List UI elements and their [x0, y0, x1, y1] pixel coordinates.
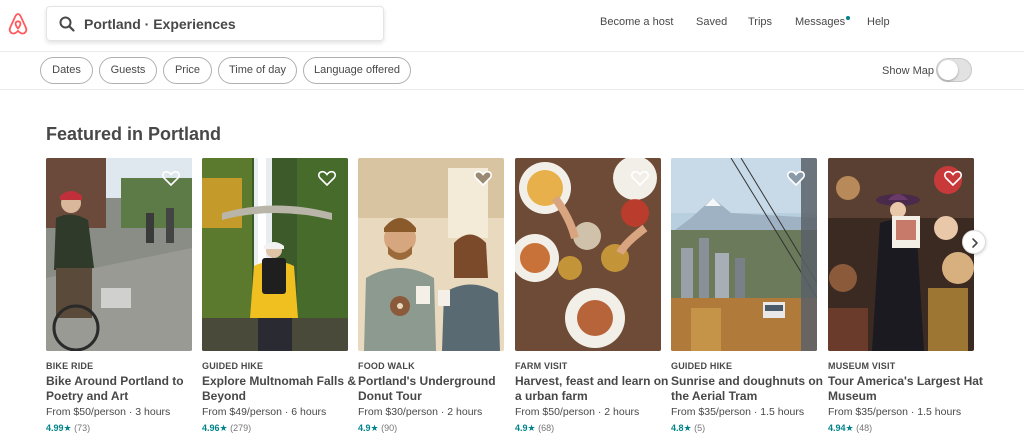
card-category: MUSEUM VISIT [828, 361, 896, 371]
card-title[interactable]: Tour America's Largest Hat Museum [828, 374, 988, 404]
show-map-label: Show Map [882, 65, 934, 77]
card-category: GUIDED HIKE [202, 361, 264, 371]
card-price: From $30/person · 2 hours [358, 406, 483, 418]
heart-icon[interactable] [474, 170, 492, 186]
experience-card[interactable]: FARM VISIT Harvest, feast and learn on a… [515, 158, 668, 433]
search-icon [59, 16, 75, 32]
card-category: FARM VISIT [515, 361, 568, 371]
card-photo [515, 158, 661, 351]
card-photo [202, 158, 348, 351]
card-category: GUIDED HIKE [671, 361, 733, 371]
rating-count: (73) [74, 423, 91, 433]
card-title[interactable]: Portland's Underground Donut Tour [358, 374, 518, 404]
card-title[interactable]: Sunrise and doughnuts on the Aerial Tram [671, 374, 831, 404]
star-icon: ★ [63, 423, 72, 433]
filter-price[interactable]: Price [163, 57, 212, 84]
section-title: Featured in Portland [46, 124, 222, 144]
card-title[interactable]: Bike Around Portland to Poetry and Art [46, 374, 206, 404]
airbnb-logo[interactable] [6, 11, 30, 37]
chevron-right-icon [972, 238, 978, 248]
top-header: Become a host Saved Trips Messages Help [0, 0, 1024, 52]
rating-score: 4.94 [828, 423, 846, 433]
heart-icon[interactable] [787, 170, 805, 186]
star-icon: ★ [845, 423, 854, 433]
card-photo [46, 158, 192, 351]
nav-become-host[interactable]: Become a host [600, 16, 673, 28]
card-rating: 4.8★ (5) [671, 423, 705, 434]
card-photo [358, 158, 504, 351]
unread-indicator [846, 16, 850, 20]
experience-card[interactable]: MUSEUM VISIT Tour America's Largest Hat … [828, 158, 983, 433]
card-rating: 4.99★ (73) [46, 423, 90, 434]
card-title[interactable]: Harvest, feast and learn on a urban farm [515, 374, 675, 404]
card-price: From $35/person · 1.5 hours [671, 406, 805, 418]
star-icon: ★ [219, 423, 228, 433]
rating-count: (48) [856, 423, 873, 433]
filter-guests[interactable]: Guests [99, 57, 157, 84]
rating-score: 4.9 [515, 423, 528, 433]
heart-icon[interactable] [318, 170, 336, 186]
card-photo [671, 158, 817, 351]
rating-count: (68) [538, 423, 555, 433]
rating-count: (279) [230, 423, 252, 433]
card-category: BIKE RIDE [46, 361, 94, 371]
card-price: From $50/person · 3 hours [46, 406, 171, 418]
rating-score: 4.9 [358, 423, 371, 433]
star-icon: ★ [370, 423, 379, 433]
experience-card[interactable]: BIKE RIDE Bike Around Portland to Poetry… [46, 158, 192, 433]
nav-help[interactable]: Help [867, 16, 890, 28]
carousel-next-button[interactable] [962, 230, 986, 254]
card-rating: 4.9★ (90) [358, 423, 397, 434]
nav-messages[interactable]: Messages [795, 16, 845, 28]
experience-card[interactable]: GUIDED HIKE Explore Multnomah Falls & Be… [202, 158, 356, 433]
rating-count: (90) [381, 423, 398, 433]
search-input[interactable] [84, 13, 374, 35]
star-icon: ★ [527, 423, 536, 433]
card-rating: 4.9★ (68) [515, 423, 554, 434]
card-rating: 4.96★ (279) [202, 423, 251, 434]
search-box[interactable] [46, 6, 384, 41]
card-photo [828, 158, 974, 351]
toggle-knob [938, 60, 958, 80]
rating-score: 4.96 [202, 423, 220, 433]
show-map-toggle[interactable] [936, 58, 972, 82]
rating-count: (5) [694, 423, 706, 433]
card-price: From $50/person · 2 hours [515, 406, 640, 418]
card-price: From $35/person · 1.5 hours [828, 406, 962, 418]
filter-dates[interactable]: Dates [40, 57, 93, 84]
card-rating: 4.94★ (48) [828, 423, 872, 434]
card-category: FOOD WALK [358, 361, 415, 371]
filter-language[interactable]: Language offered [303, 57, 411, 84]
heart-icon[interactable] [162, 170, 180, 186]
heart-icon[interactable] [631, 170, 649, 186]
card-price: From $49/person · 6 hours [202, 406, 327, 418]
rating-score: 4.8 [671, 423, 684, 433]
star-icon: ★ [683, 423, 692, 433]
nav-saved[interactable]: Saved [696, 16, 727, 28]
filter-time-of-day[interactable]: Time of day [218, 57, 297, 84]
card-title[interactable]: Explore Multnomah Falls & Beyond [202, 374, 362, 404]
experience-card[interactable]: FOOD WALK Portland's Underground Donut T… [358, 158, 504, 433]
rating-score: 4.99 [46, 423, 64, 433]
filter-bar: Dates Guests Price Time of day Language … [0, 52, 1024, 90]
experience-card[interactable]: GUIDED HIKE Sunrise and doughnuts on the… [671, 158, 823, 433]
heart-icon[interactable] [944, 170, 962, 186]
nav-trips[interactable]: Trips [748, 16, 772, 28]
